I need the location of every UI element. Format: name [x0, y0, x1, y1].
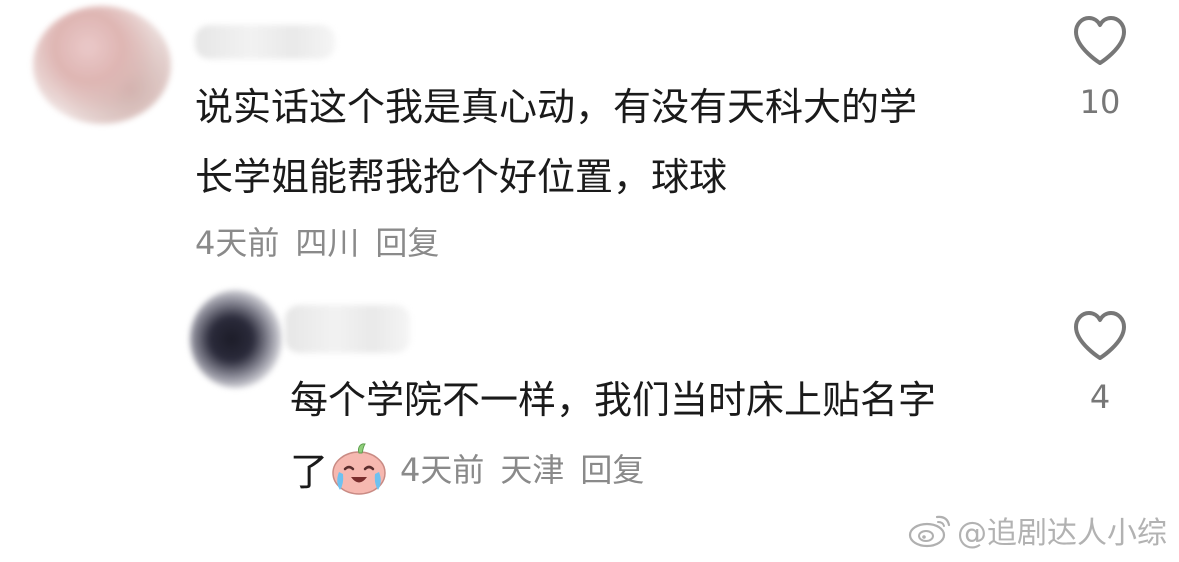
username-blurred[interactable]	[285, 305, 410, 353]
reply-time: 4天前	[400, 451, 485, 489]
reply-button[interactable]: 回复	[580, 445, 644, 491]
comment-text: 说实话这个我是真心动，有没有天科大的学 长学姐能帮我抢个好位置，球球	[195, 85, 918, 199]
watermark: @追剧达人小综	[907, 508, 1167, 552]
weibo-icon	[908, 515, 951, 548]
reply-meta: 4天前 天津 回复	[400, 445, 644, 491]
heart-icon	[1074, 311, 1126, 360]
reply-text: 每个学院不一样，我们当时床上贴名字	[290, 378, 937, 422]
comment-time: 4天前	[195, 224, 280, 262]
comment-location: 四川	[295, 224, 360, 262]
reply-text-tail: 了	[290, 449, 329, 494]
username-blurred[interactable]	[195, 25, 335, 59]
watermark-text: @追剧达人小综	[957, 516, 1167, 551]
avatar[interactable]	[190, 290, 282, 388]
reply-location: 天津	[500, 451, 565, 489]
like-count: 4	[1089, 378, 1111, 416]
heart-icon	[1074, 16, 1126, 65]
reply-text-tail-row: 了 4天前 天津 回复	[290, 436, 644, 500]
avatar[interactable]	[33, 6, 171, 124]
like-button[interactable]: 10	[1065, 15, 1135, 121]
cry-laugh-emoji-icon	[332, 443, 386, 495]
comment-meta: 4天前 四川 回复	[195, 218, 439, 264]
like-button[interactable]: 4	[1065, 310, 1135, 416]
like-count: 10	[1079, 83, 1121, 121]
reply-button[interactable]: 回复	[375, 218, 439, 264]
